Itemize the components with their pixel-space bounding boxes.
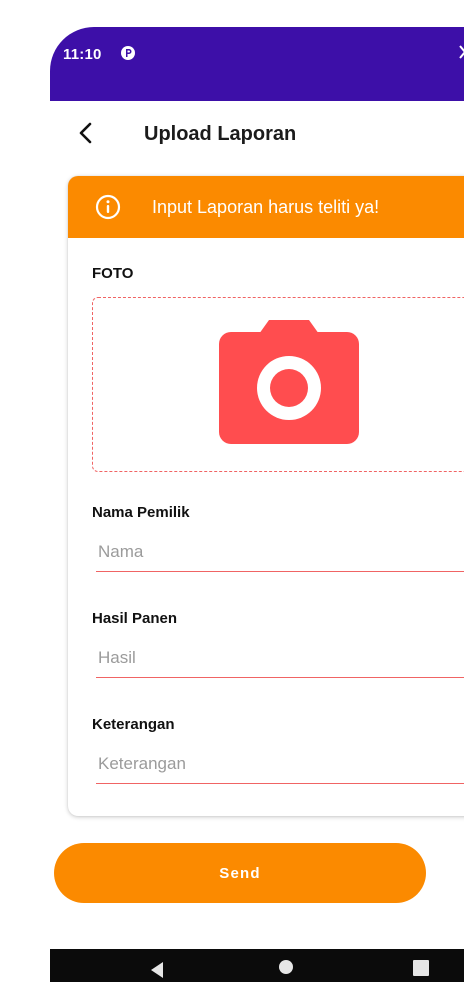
report-form-card: Input Laporan harus teliti ya! FOTO Nama… — [68, 176, 464, 816]
photo-upload-area[interactable] — [92, 297, 464, 472]
signal-icon — [459, 45, 464, 59]
description-label: Keterangan — [92, 716, 175, 733]
app-bar: Upload Laporan — [50, 101, 464, 173]
description-input[interactable] — [96, 744, 464, 784]
arrow-back-icon[interactable] — [74, 121, 98, 145]
send-button[interactable]: Send — [54, 843, 426, 903]
owner-name-label: Nama Pemilik — [92, 504, 190, 521]
nav-back-icon[interactable] — [150, 961, 164, 979]
harvest-label: Hasil Panen — [92, 610, 178, 627]
nav-recents-icon[interactable] — [413, 960, 429, 976]
status-time: 11:10 — [63, 46, 102, 63]
info-icon — [95, 194, 121, 220]
banner-text: Input Laporan harus teliti ya! — [152, 197, 380, 217]
status-bar: 11:10 — [50, 27, 464, 101]
owner-name-input[interactable] — [96, 532, 464, 572]
nav-home-icon[interactable] — [279, 960, 293, 974]
camera-icon — [219, 320, 359, 444]
harvest-input[interactable] — [96, 638, 464, 678]
page-title: Upload Laporan — [144, 123, 297, 145]
notification-icon — [121, 46, 135, 60]
phone-screen: 11:10 Upload Laporan Input Laporan harus… — [50, 27, 464, 982]
info-banner: Input Laporan harus teliti ya! — [68, 176, 464, 238]
system-nav-bar — [50, 949, 464, 982]
photo-label: FOTO — [92, 265, 134, 282]
